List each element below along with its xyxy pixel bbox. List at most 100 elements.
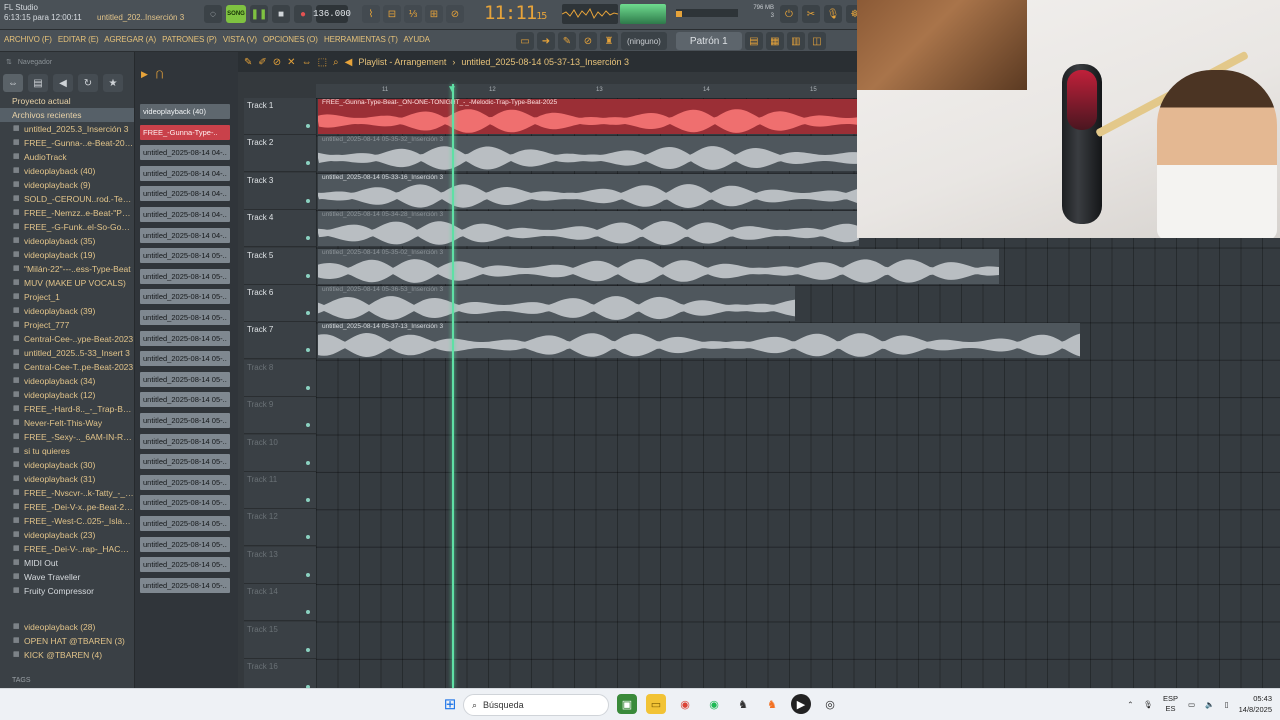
browser-item[interactable]: FREE_-Dei-V-..rap-_HACKIA_ — [0, 542, 134, 556]
browser-item[interactable]: MIDI Out — [0, 556, 134, 570]
picker-clip[interactable]: untitled_2025-08-14 05-.. — [140, 516, 230, 531]
picker-clip[interactable]: untitled_2025-08-14 04-.. — [140, 227, 230, 243]
picker-clip[interactable]: untitled_2025-08-14 05-.. — [140, 371, 230, 387]
track-header[interactable]: Track 2 — [244, 135, 316, 173]
pause-button[interactable]: ❚❚ — [250, 5, 268, 23]
audio-clip[interactable]: untitled_2025-08-14 05-36-53_Inserción 3 — [318, 286, 795, 321]
timeline-ruler[interactable]: 11 12 13 14 15 — [316, 84, 857, 98]
tool-pencil-icon[interactable]: ✎ — [244, 57, 252, 68]
arrows-icon[interactable]: ⇅ — [6, 58, 12, 66]
menu-options[interactable]: OPCIONES (O) — [263, 35, 318, 44]
network-icon[interactable]: ▭ — [1188, 700, 1195, 709]
picker-clip[interactable]: untitled_2025-08-14 05-.. — [140, 413, 230, 428]
browser-item[interactable]: Project_1 — [0, 290, 134, 304]
picker-clip[interactable]: untitled_2025-08-14 05-.. — [140, 268, 230, 284]
browser-item[interactable]: FREE_-West-C..025-_Island_ — [0, 514, 134, 528]
mic-icon[interactable]: 🎙 — [824, 5, 842, 23]
browser-item[interactable]: si tu quieres — [0, 444, 134, 458]
tool-delete-icon[interactable]: ⊘ — [273, 57, 281, 68]
chevron-up-icon[interactable]: ⌃ — [1127, 700, 1133, 709]
channel-rack-icon[interactable]: ▦ — [765, 32, 784, 50]
track-header[interactable]: Track 12 — [244, 509, 316, 547]
browser-item[interactable]: KICK @TBAREN (4) — [0, 648, 135, 662]
audio-clip[interactable]: untitled_2025-08-14 05-35-32_Inserción 3 — [318, 136, 859, 172]
browser-item[interactable]: videoplayback (19) — [0, 248, 134, 262]
tempo-display[interactable]: 136.000 — [313, 5, 351, 23]
audio-clip[interactable]: untitled_2025-08-14 05-37-13_Inserción 3 — [318, 323, 1080, 359]
piano-roll-icon[interactable]: ▥ — [786, 32, 805, 50]
menu-help[interactable]: AYUDA — [403, 35, 430, 44]
browser-item[interactable]: SOLD_-CEROUN..rod.-Tecusi — [0, 192, 134, 206]
countdown-icon[interactable]: ⊘ — [446, 5, 464, 23]
menu-patterns[interactable]: PATRONES (P) — [162, 35, 217, 44]
picker-clip[interactable]: untitled_2025-08-14 05-.. — [140, 474, 230, 490]
volume-icon[interactable]: 🔈 — [1205, 700, 1214, 709]
typing-keyboard-icon[interactable]: ⊞ — [425, 5, 443, 23]
browser-item[interactable]: FREE_-Sexy-.._6AM-IN-RIO_ — [0, 430, 134, 444]
audio-clip[interactable]: FREE_-Gunna-Type-Beat-_ON-ONE-TONIGHT_-_… — [318, 99, 859, 134]
browser-item[interactable]: MUV (MAKE UP VOCALS) — [0, 276, 134, 290]
language-indicator[interactable]: ESP ES — [1163, 694, 1178, 714]
browser-item[interactable]: FREE_-Hard-8.._-_Trap-Beat — [0, 402, 134, 416]
browser-item[interactable]: untitled_2025.3_Inserción 3 — [0, 122, 134, 136]
tool-brush-icon[interactable]: ✐ — [258, 57, 266, 68]
tool-slip-icon[interactable]: ⇔ — [302, 57, 312, 68]
metronome-icon[interactable]: ◌ — [204, 5, 222, 23]
browser-item[interactable]: videoplayback (28) — [0, 620, 135, 634]
obs-icon[interactable]: ◎ — [820, 694, 840, 714]
stop-button[interactable]: ■ — [272, 5, 290, 23]
picker-clip[interactable]: untitled_2025-08-14 04-.. — [140, 207, 230, 222]
settings-icon[interactable]: ☸ — [846, 5, 857, 23]
browser-file-tab[interactable]: ▤ — [28, 74, 48, 92]
track-header[interactable]: Track 9 — [244, 397, 316, 435]
mixer-icon[interactable]: ▭ — [516, 32, 534, 50]
track-header[interactable]: Track 6 — [244, 285, 316, 322]
menu-file[interactable]: ARCHIVO (F) — [4, 35, 52, 44]
picker-clip[interactable]: untitled_2025-08-14 04-.. — [140, 165, 230, 181]
battery-icon[interactable]: ▯ — [1224, 700, 1228, 709]
track-header[interactable]: Track 5 — [244, 247, 316, 285]
picker-clip[interactable]: untitled_2025-08-14 05-.. — [140, 577, 230, 593]
pattern-none-select[interactable]: (ninguno) — [621, 32, 667, 50]
picker-clip[interactable]: untitled_2025-08-14 05-.. — [140, 536, 230, 552]
spotify-icon[interactable]: ◉ — [704, 694, 724, 714]
picker-clip[interactable]: untitled_2025-08-14 05-.. — [140, 557, 230, 573]
browser-item[interactable]: FREE_-Nemzz..e-Beat-"Pain" — [0, 206, 134, 220]
browser-item[interactable]: videoplayback (23) — [0, 528, 134, 542]
browser-plugin-tab[interactable]: ◀ — [53, 74, 73, 92]
song-name[interactable]: untitled_202..Inserción 3 — [97, 13, 184, 22]
browser-item[interactable]: videoplayback (40) — [0, 164, 134, 178]
browser-item[interactable]: Central-Cee-T..pe-Beat-2023 — [0, 360, 134, 374]
picker-clip[interactable]: untitled_2025-08-14 05-.. — [140, 330, 230, 346]
browser-item[interactable]: Central-Cee-..ype-Beat-2023 — [0, 332, 134, 346]
picker-clip[interactable]: untitled_2025-08-14 05-.. — [140, 392, 230, 408]
picker-clip[interactable]: videoplayback (40) — [140, 104, 230, 119]
menu-view[interactable]: VISTA (V) — [223, 35, 257, 44]
fl-studio-active-icon[interactable]: ♞ — [762, 694, 782, 714]
browser-item[interactable]: "Milán-22"---..ess-Type-Beat — [0, 262, 134, 276]
track-header[interactable]: Track 14 — [244, 584, 316, 622]
track-header[interactable]: Track 16 — [244, 659, 316, 688]
picker-clip[interactable]: untitled_2025-08-14 05-.. — [140, 310, 230, 325]
browser-icon[interactable]: ◫ — [807, 32, 826, 50]
audio-clip[interactable]: untitled_2025-08-14 05-35-02_Inserción 3 — [318, 248, 999, 284]
chrome-icon[interactable]: ◉ — [675, 694, 695, 714]
picker-clip[interactable]: untitled_2025-08-14 05-.. — [140, 454, 230, 470]
time-display[interactable]: 11:1115 — [484, 2, 547, 24]
pencil-icon[interactable]: ✎ — [558, 32, 576, 50]
link-icon[interactable]: ⊘ — [579, 32, 597, 50]
tool-zoom-icon[interactable]: ⌕ — [333, 57, 339, 68]
browser-item[interactable]: FREE_-Dei-V-x..pe-Beat-2025 — [0, 500, 134, 514]
play-arrow-icon[interactable]: ▶ — [141, 69, 148, 80]
picker-clip[interactable]: untitled_2025-08-14 05-.. — [140, 248, 230, 264]
browser-item[interactable]: videoplayback (31) — [0, 472, 134, 486]
track-header[interactable]: Track 1 — [244, 98, 316, 135]
menu-add[interactable]: AGREGAR (A) — [104, 35, 156, 44]
file-explorer-icon[interactable]: ▭ — [646, 694, 666, 714]
browser-star-tab[interactable]: ★ — [103, 74, 123, 92]
browser-item[interactable]: Project_777 — [0, 318, 134, 332]
browser-sync-tab[interactable]: ↻ — [78, 74, 98, 92]
tags-label[interactable]: TAGS — [12, 677, 31, 684]
browser-item[interactable]: Never-Felt-This-Way — [0, 416, 134, 430]
browser-item[interactable]: videoplayback (30) — [0, 458, 134, 472]
